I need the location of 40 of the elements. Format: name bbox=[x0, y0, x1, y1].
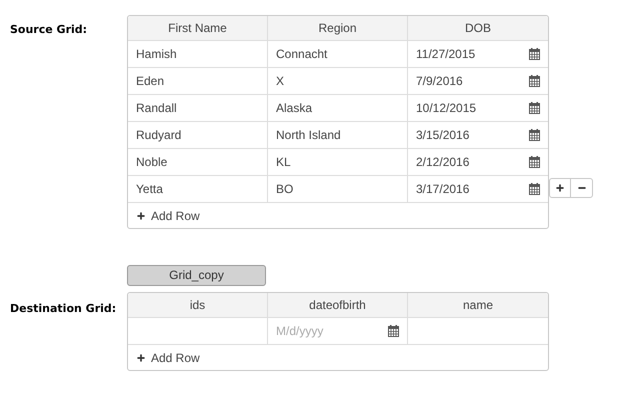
calendar-icon[interactable] bbox=[388, 325, 399, 337]
section-label: Destination Grid: bbox=[10, 302, 116, 315]
table-cell-text: 10/12/2015 bbox=[416, 100, 478, 117]
column-header[interactable]: DOB bbox=[464, 19, 491, 37]
column-header[interactable]: name bbox=[462, 296, 494, 314]
table-cell-text: Noble bbox=[136, 154, 168, 171]
calendar-icon[interactable] bbox=[529, 102, 540, 114]
plus-icon bbox=[555, 183, 565, 193]
table-cell-text: KL bbox=[276, 154, 292, 171]
calendar-icon[interactable] bbox=[529, 183, 540, 195]
section-label: Source Grid: bbox=[10, 23, 88, 36]
add-row-link[interactable]: Add Row bbox=[136, 348, 200, 366]
add-row-link[interactable]: Add Row bbox=[136, 206, 200, 224]
table-cell-text: Rudyard bbox=[136, 127, 182, 144]
table-cell-text: North Island bbox=[276, 127, 342, 144]
column-header[interactable]: First Name bbox=[168, 19, 227, 37]
column-header[interactable]: ids bbox=[190, 296, 206, 314]
table-cell-text: Eden bbox=[136, 73, 166, 90]
calendar-icon[interactable] bbox=[529, 75, 540, 87]
table-cell-text: 3/17/2016 bbox=[416, 181, 470, 198]
table-cell-text: 2/12/2016 bbox=[416, 154, 470, 171]
table-cell-text: Yetta bbox=[136, 181, 164, 198]
table-cell-text: Randall bbox=[136, 100, 178, 117]
plus-icon bbox=[136, 352, 146, 362]
table-cell-text: 7/9/2016 bbox=[416, 73, 464, 90]
table-cell-text: BO bbox=[276, 181, 294, 198]
table-cell-text: 11/27/2015 bbox=[416, 46, 476, 63]
column-header[interactable]: dateofbirth bbox=[309, 296, 366, 314]
table-cell-text: Hamish bbox=[136, 46, 178, 63]
table-cell-text: Alaska bbox=[276, 100, 314, 117]
table-cell-text: X bbox=[276, 73, 286, 90]
plus-icon bbox=[136, 210, 146, 220]
table-cell-text: Connacht bbox=[276, 46, 328, 63]
column-header[interactable]: Region bbox=[318, 19, 357, 37]
calendar-icon[interactable] bbox=[529, 48, 540, 60]
table-cell-text: 3/15/2016 bbox=[416, 127, 470, 144]
calendar-icon[interactable] bbox=[529, 129, 540, 141]
copy-button[interactable]: Grid_copy bbox=[127, 264, 266, 286]
calendar-icon[interactable] bbox=[529, 156, 540, 168]
date-input[interactable]: M/d/yyyy bbox=[276, 322, 388, 340]
